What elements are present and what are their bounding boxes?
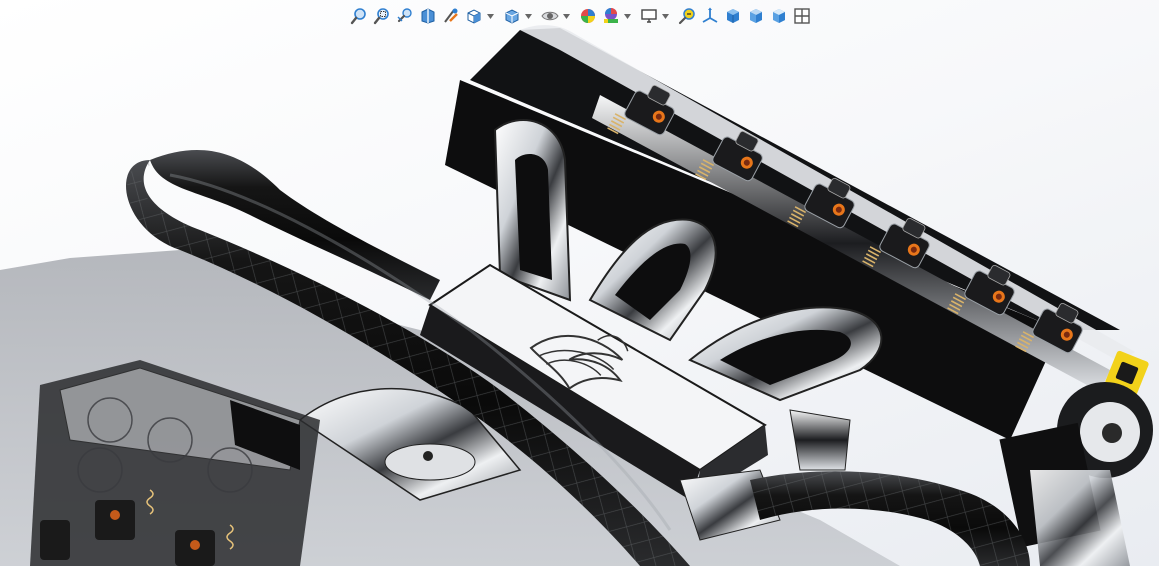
right-view-button[interactable] <box>768 5 790 27</box>
zoom-to-fit-button[interactable] <box>348 5 370 27</box>
isometric-view-button[interactable] <box>722 5 744 27</box>
right-cube-icon <box>773 9 785 23</box>
section-view-icon <box>421 8 435 24</box>
chevron-down-icon <box>487 13 494 19</box>
view-settings-button[interactable] <box>638 5 660 27</box>
edit-appearance-icon <box>581 9 595 23</box>
reference-triad-button[interactable] <box>699 5 721 27</box>
view-settings-icon <box>641 9 657 23</box>
zoom-to-fit-icon <box>350 8 366 25</box>
chevron-down-icon <box>624 13 631 19</box>
four-view-button[interactable] <box>791 5 813 27</box>
front-view-button[interactable] <box>745 5 767 27</box>
heads-up-view-toolbar <box>348 3 813 29</box>
hide-show-items-icon <box>541 11 559 21</box>
hide-show-items-dropdown[interactable] <box>562 5 571 27</box>
apply-scene-dropdown[interactable] <box>623 5 632 27</box>
zoom-to-area-button[interactable] <box>371 5 393 27</box>
chevron-down-icon <box>662 13 669 19</box>
previous-view-button[interactable] <box>394 5 416 27</box>
reference-triad-icon <box>702 7 718 23</box>
dynamic-annotation-views-button[interactable] <box>440 5 462 27</box>
graphics-area[interactable] <box>0 0 1159 566</box>
zoom-to-area-icon <box>373 8 389 25</box>
section-view-button[interactable] <box>417 5 439 27</box>
apply-scene-icon <box>604 8 618 23</box>
previous-view-icon <box>397 8 412 23</box>
chevron-down-icon <box>563 13 570 19</box>
apply-scene-button[interactable] <box>600 5 622 27</box>
front-cube-icon <box>750 9 762 23</box>
view-orientation-icon <box>467 9 481 24</box>
isometric-cube-icon <box>727 9 739 23</box>
display-style-icon <box>505 9 519 24</box>
zoom-in-out-button[interactable] <box>676 5 698 27</box>
four-view-icon <box>794 8 810 24</box>
edit-appearance-button[interactable] <box>577 5 599 27</box>
view-orientation-button[interactable] <box>463 5 485 27</box>
display-style-dropdown[interactable] <box>524 5 533 27</box>
chevron-down-icon <box>525 13 532 19</box>
dynamic-annotation-views-icon <box>444 8 458 23</box>
display-style-button[interactable] <box>501 5 523 27</box>
view-settings-dropdown[interactable] <box>661 5 670 27</box>
hide-show-items-button[interactable] <box>539 5 561 27</box>
view-orientation-dropdown[interactable] <box>486 5 495 27</box>
model-render <box>0 25 1153 566</box>
zoom-in-out-icon <box>678 8 695 25</box>
